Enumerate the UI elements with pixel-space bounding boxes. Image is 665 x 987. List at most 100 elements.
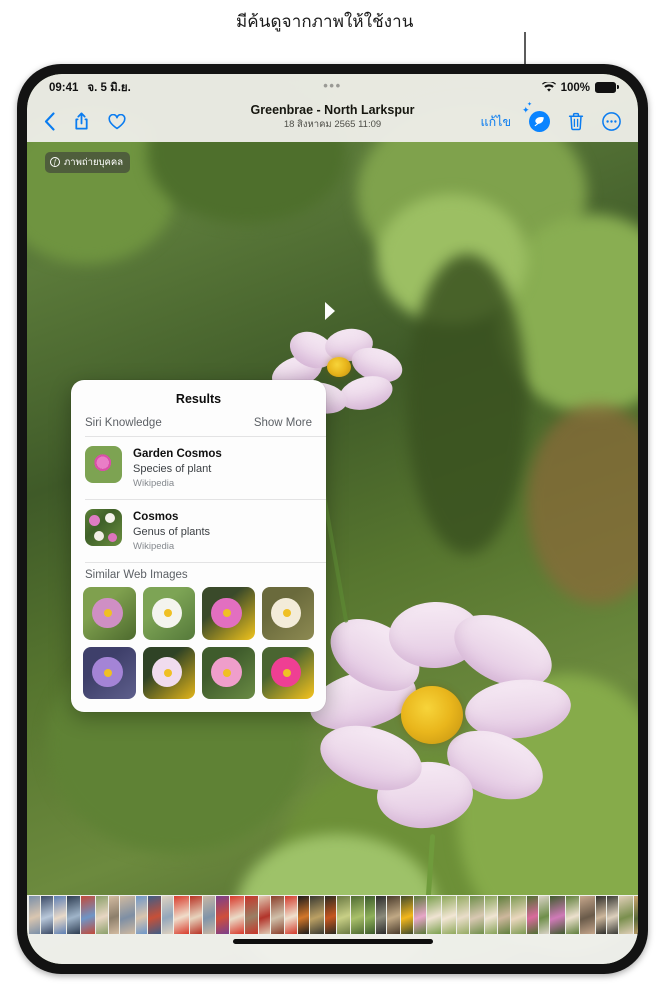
filmstrip-thumbnail[interactable]	[619, 896, 633, 934]
more-ellipsis-icon[interactable]	[602, 112, 621, 131]
multitask-grabber[interactable]: •••	[323, 82, 341, 90]
ipad-device-frame: 09:41 จ. 5 มิ.ย. 100% ••• Greenbrae - No…	[17, 64, 648, 974]
status-date: จ. 5 มิ.ย.	[87, 79, 130, 97]
battery-percent-label: 100%	[561, 82, 590, 94]
filmstrip-thumbnail[interactable]	[54, 896, 66, 934]
filmstrip-thumbnail[interactable]	[325, 896, 336, 934]
result-title: Cosmos	[133, 510, 210, 525]
home-indicator-area	[27, 935, 638, 964]
heart-icon[interactable]	[108, 114, 126, 130]
visual-lookup-results-popover: Results Siri Knowledge Show More Garden …	[71, 380, 326, 712]
result-description: Species of plant	[133, 462, 222, 477]
home-indicator-bar[interactable]	[233, 939, 433, 944]
filmstrip-thumbnail[interactable]	[351, 896, 364, 934]
trash-icon[interactable]	[568, 112, 584, 131]
filmstrip-thumbnail[interactable]	[120, 896, 135, 934]
device-bezel: 09:41 จ. 5 มิ.ย. 100% ••• Greenbrae - No…	[27, 74, 638, 964]
result-thumbnail	[85, 446, 122, 483]
filmstrip-thumbnail[interactable]	[41, 896, 53, 934]
callout-label: มีค้นดูจากภาพให้ใช้งาน	[236, 8, 526, 35]
wifi-icon	[542, 82, 556, 93]
filmstrip-thumbnail[interactable]	[511, 896, 526, 934]
similar-image-thumbnail[interactable]	[83, 647, 136, 700]
visual-lookup-button[interactable]: ✦ ✦	[529, 111, 550, 132]
sparkle-small-icon: ✦	[527, 102, 532, 108]
share-icon[interactable]	[74, 112, 89, 131]
screenshot-root: มีค้นดูจากภาพให้ใช้งาน 09:41 จ. 5 มิ.ย. …	[0, 0, 665, 987]
filmstrip-thumbnail[interactable]	[310, 896, 324, 934]
filmstrip-thumbnail[interactable]	[376, 896, 386, 934]
filmstrip-thumbnail[interactable]	[109, 896, 119, 934]
filmstrip-thumbnail[interactable]	[230, 896, 244, 934]
filmstrip-thumbnail[interactable]	[285, 896, 297, 934]
filmstrip-thumbnail[interactable]	[174, 896, 189, 934]
similar-image-thumbnail[interactable]	[262, 647, 315, 700]
similar-web-images-grid	[71, 587, 326, 712]
filmstrip-thumbnail[interactable]	[566, 896, 579, 934]
battery-full-icon	[595, 82, 616, 93]
photo-nav-bar: Greenbrae - North Larkspur 18 สิงหาคม 25…	[27, 101, 638, 142]
result-source: Wikipedia	[133, 477, 222, 491]
filmstrip-thumbnail[interactable]	[81, 896, 95, 934]
filmstrip-thumbnail[interactable]	[259, 896, 270, 934]
filmstrip-thumbnail[interactable]	[414, 896, 426, 934]
photo-filmstrip[interactable]	[27, 895, 638, 935]
result-source: Wikipedia	[133, 540, 210, 554]
similar-web-images-label: Similar Web Images	[71, 563, 326, 587]
filmstrip-thumbnail[interactable]	[485, 896, 497, 934]
filmstrip-thumbnail[interactable]	[203, 896, 215, 934]
aperture-f-icon: f	[50, 157, 60, 167]
knowledge-result-row[interactable]: Garden Cosmos Species of plant Wikipedia	[71, 437, 326, 499]
popover-title: Results	[71, 380, 326, 417]
filmstrip-thumbnail[interactable]	[148, 896, 161, 934]
edit-button[interactable]: แก้ไข	[481, 112, 511, 132]
similar-image-thumbnail[interactable]	[202, 587, 255, 640]
filmstrip-thumbnail[interactable]	[298, 896, 309, 934]
similar-image-thumbnail[interactable]	[83, 587, 136, 640]
filmstrip-thumbnail[interactable]	[337, 896, 350, 934]
device-screen: 09:41 จ. 5 มิ.ย. 100% ••• Greenbrae - No…	[27, 74, 638, 964]
filmstrip-thumbnail[interactable]	[365, 896, 375, 934]
filmstrip-thumbnail[interactable]	[634, 896, 638, 934]
similar-image-thumbnail[interactable]	[143, 647, 196, 700]
filmstrip-thumbnail[interactable]	[539, 896, 549, 934]
filmstrip-thumbnail[interactable]	[190, 896, 202, 934]
similar-image-thumbnail[interactable]	[202, 647, 255, 700]
siri-knowledge-header: Siri Knowledge Show More	[71, 417, 326, 436]
show-more-button[interactable]: Show More	[254, 417, 312, 429]
filmstrip-thumbnail[interactable]	[427, 896, 441, 934]
status-time: 09:41	[49, 82, 78, 94]
portrait-badge[interactable]: f ภาพถ่ายบุคคล	[45, 152, 130, 173]
filmstrip-thumbnail[interactable]	[442, 896, 456, 934]
filmstrip-thumbnail[interactable]	[527, 896, 538, 934]
filmstrip-thumbnail[interactable]	[457, 896, 469, 934]
filmstrip-thumbnail[interactable]	[607, 896, 618, 934]
popover-pointer	[325, 302, 335, 320]
filmstrip-thumbnail[interactable]	[216, 896, 229, 934]
portrait-badge-label: ภาพถ่ายบุคคล	[64, 155, 123, 170]
filmstrip-thumbnail[interactable]	[29, 896, 40, 934]
filmstrip-thumbnail[interactable]	[580, 896, 595, 934]
filmstrip-thumbnail[interactable]	[67, 896, 80, 934]
filmstrip-thumbnail[interactable]	[271, 896, 284, 934]
visual-lookup-leaf-icon[interactable]	[529, 111, 550, 132]
filmstrip-thumbnail[interactable]	[136, 896, 147, 934]
filmstrip-thumbnail[interactable]	[470, 896, 484, 934]
similar-image-thumbnail[interactable]	[143, 587, 196, 640]
filmstrip-thumbnail[interactable]	[387, 896, 400, 934]
filmstrip-thumbnail[interactable]	[162, 896, 173, 934]
chevron-left-icon[interactable]	[44, 112, 55, 131]
filmstrip-thumbnail[interactable]	[96, 896, 108, 934]
result-description: Genus of plants	[133, 525, 210, 540]
filmstrip-thumbnail[interactable]	[401, 896, 413, 934]
similar-image-thumbnail[interactable]	[262, 587, 315, 640]
filmstrip-thumbnail[interactable]	[596, 896, 606, 934]
siri-knowledge-label: Siri Knowledge	[85, 417, 162, 429]
result-thumbnail	[85, 509, 122, 546]
filmstrip-thumbnail[interactable]	[498, 896, 510, 934]
status-bar: 09:41 จ. 5 มิ.ย. 100% •••	[27, 74, 638, 101]
result-title: Garden Cosmos	[133, 447, 222, 462]
knowledge-result-row[interactable]: Cosmos Genus of plants Wikipedia	[71, 500, 326, 562]
filmstrip-thumbnail[interactable]	[245, 896, 258, 934]
filmstrip-thumbnail[interactable]	[550, 896, 565, 934]
